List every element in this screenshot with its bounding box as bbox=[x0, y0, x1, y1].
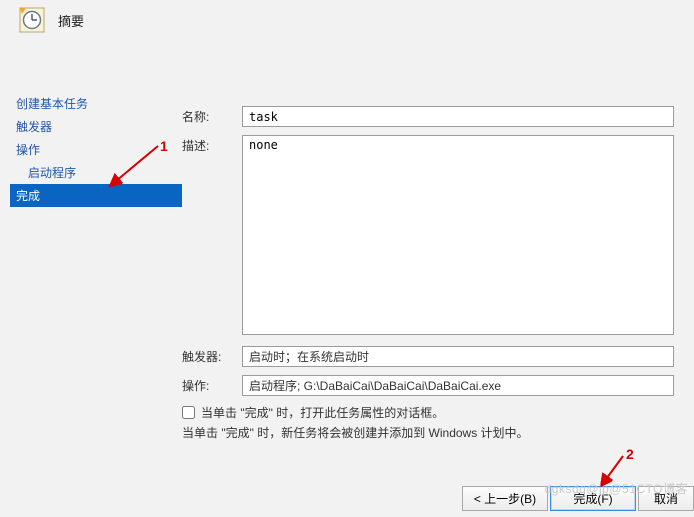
name-input[interactable] bbox=[242, 106, 674, 127]
finish-note: 当单击 "完成" 时，新任务将会被创建并添加到 Windows 计划中。 bbox=[182, 424, 674, 441]
sidebar-item-trigger[interactable]: 触发器 bbox=[10, 115, 182, 138]
desc-textarea[interactable]: none bbox=[242, 135, 674, 335]
name-label: 名称: bbox=[182, 106, 242, 127]
trigger-value: 启动时；在系统启动时 bbox=[242, 346, 674, 367]
annotation-2: 2 bbox=[626, 446, 634, 462]
watermark: dgksdq@jp@51CTO博客 bbox=[545, 480, 688, 497]
open-properties-checkbox[interactable] bbox=[182, 406, 195, 419]
page-title: 摘要 bbox=[58, 11, 84, 30]
scheduler-icon bbox=[18, 6, 46, 34]
annotation-1: 1 bbox=[160, 138, 168, 154]
main-panel: 名称: 描述: none 触发器: 启动时；在系统启动时 操作: 启动程序; G… bbox=[182, 44, 688, 441]
action-value: 启动程序; G:\DaBaiCai\DaBaiCai\DaBaiCai.exe bbox=[242, 375, 674, 396]
trigger-label: 触发器: bbox=[182, 346, 242, 367]
back-button[interactable]: < 上一步(B) bbox=[462, 486, 548, 511]
wizard-header: 摘要 bbox=[0, 0, 694, 44]
open-properties-label: 当单击 "完成" 时，打开此任务属性的对话框。 bbox=[201, 404, 444, 421]
action-label: 操作: bbox=[182, 375, 242, 396]
desc-label: 描述: bbox=[182, 135, 242, 338]
wizard-steps-sidebar: 创建基本任务 触发器 操作 启动程序 完成 bbox=[10, 44, 182, 441]
sidebar-item-create-task[interactable]: 创建基本任务 bbox=[10, 92, 182, 115]
